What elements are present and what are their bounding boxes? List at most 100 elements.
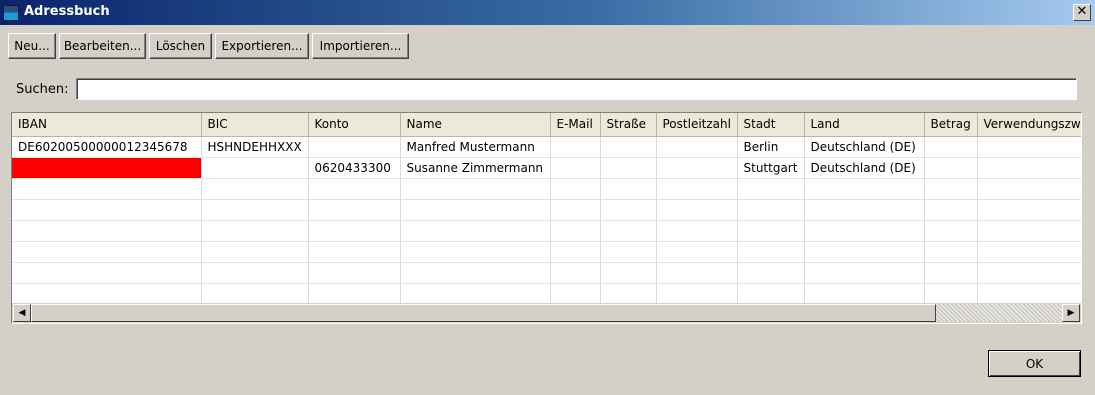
column-header[interactable]: Land	[804, 113, 925, 137]
table-cell[interactable]	[656, 283, 738, 303]
table-cell[interactable]	[600, 157, 657, 179]
column-header[interactable]: Postleitzahl	[656, 113, 738, 137]
table-cell[interactable]	[400, 199, 551, 221]
table-cell[interactable]	[737, 199, 805, 221]
table-row[interactable]	[12, 283, 1081, 303]
table-cell[interactable]	[977, 241, 1081, 263]
table-cell[interactable]	[600, 136, 657, 158]
table-cell[interactable]	[804, 241, 925, 263]
table-cell[interactable]	[737, 241, 805, 263]
table-cell[interactable]	[804, 199, 925, 221]
delete-button[interactable]: Löschen	[149, 33, 212, 59]
table-cell[interactable]: Stuttgart	[737, 157, 805, 179]
table-row[interactable]: DE60200500000012345678 HSHNDEHHXXX Manfr…	[12, 136, 1081, 158]
column-header[interactable]: E-Mail	[550, 113, 601, 137]
column-header[interactable]: Verwendungszweck	[977, 113, 1081, 137]
table-cell[interactable]	[550, 283, 601, 303]
table-cell[interactable]: 0620433300	[308, 157, 401, 179]
table-cell[interactable]	[977, 262, 1081, 284]
table-cell[interactable]	[600, 199, 657, 221]
table-cell[interactable]	[924, 262, 978, 284]
table-cell[interactable]	[400, 262, 551, 284]
table-row[interactable]: 0620433300 Susanne Zimmermann Stuttgart …	[12, 157, 1081, 179]
table-cell[interactable]	[308, 136, 401, 158]
table-cell[interactable]	[550, 178, 601, 200]
table-row[interactable]	[12, 241, 1081, 263]
table-cell[interactable]	[737, 262, 805, 284]
column-header[interactable]: Name	[400, 113, 551, 137]
table-cell[interactable]	[977, 199, 1081, 221]
table-cell[interactable]	[308, 199, 401, 221]
table-cell[interactable]	[977, 220, 1081, 242]
horizontal-scrollbar[interactable]: ◀ ▶	[12, 303, 1081, 323]
table-cell[interactable]	[308, 220, 401, 242]
table-cell[interactable]	[12, 283, 202, 303]
table-cell[interactable]	[656, 157, 738, 179]
table-cell[interactable]	[201, 283, 309, 303]
table-cell[interactable]: Deutschland (DE)	[804, 157, 925, 179]
table-cell[interactable]	[308, 241, 401, 263]
table-cell[interactable]: DE60200500000012345678	[12, 136, 202, 158]
table-cell[interactable]: Susanne Zimmermann	[400, 157, 551, 179]
column-header[interactable]: IBAN	[12, 113, 202, 137]
table-cell[interactable]	[924, 283, 978, 303]
table-cell[interactable]	[550, 157, 601, 179]
column-header[interactable]: BIC	[201, 113, 309, 137]
table-cell[interactable]	[804, 283, 925, 303]
table-cell[interactable]	[924, 136, 978, 158]
table-cell[interactable]	[977, 157, 1081, 179]
import-button[interactable]: Importieren...	[312, 33, 409, 59]
new-button[interactable]: Neu...	[8, 33, 56, 59]
table-cell[interactable]	[804, 220, 925, 242]
ok-button[interactable]: OK	[988, 350, 1081, 377]
table-cell[interactable]	[924, 220, 978, 242]
table-cell[interactable]	[600, 220, 657, 242]
table-cell[interactable]	[400, 241, 551, 263]
table-cell[interactable]	[656, 220, 738, 242]
table-cell[interactable]	[977, 178, 1081, 200]
table-cell[interactable]: Manfred Mustermann	[400, 136, 551, 158]
table-row[interactable]	[12, 220, 1081, 242]
table-row[interactable]	[12, 199, 1081, 221]
table-row[interactable]	[12, 178, 1081, 200]
export-button[interactable]: Exportieren...	[215, 33, 309, 59]
column-header[interactable]: Konto	[308, 113, 401, 137]
table-cell[interactable]	[977, 283, 1081, 303]
table-cell[interactable]	[977, 136, 1081, 158]
table-cell[interactable]	[201, 220, 309, 242]
table-cell[interactable]	[550, 199, 601, 221]
table-cell[interactable]	[12, 199, 202, 221]
table-cell[interactable]	[924, 157, 978, 179]
table-cell[interactable]	[804, 178, 925, 200]
table-cell[interactable]	[550, 241, 601, 263]
table-cell[interactable]	[600, 241, 657, 263]
table-cell[interactable]	[308, 283, 401, 303]
table-cell[interactable]	[656, 262, 738, 284]
table-cell[interactable]	[201, 262, 309, 284]
scroll-right-icon[interactable]: ▶	[1062, 304, 1080, 322]
table-cell[interactable]	[550, 262, 601, 284]
table-cell[interactable]	[737, 283, 805, 303]
table-cell[interactable]	[12, 178, 202, 200]
table-cell[interactable]	[400, 283, 551, 303]
table-cell[interactable]	[201, 199, 309, 221]
column-header[interactable]: Stadt	[737, 113, 805, 137]
table-cell[interactable]	[600, 262, 657, 284]
scroll-left-icon[interactable]: ◀	[13, 304, 31, 322]
column-header[interactable]: Betrag	[924, 113, 978, 137]
table-cell[interactable]	[308, 262, 401, 284]
table-cell[interactable]: HSHNDEHHXXX	[201, 136, 309, 158]
table-cell[interactable]	[656, 241, 738, 263]
table-cell[interactable]	[400, 178, 551, 200]
scrollbar-thumb[interactable]	[31, 304, 936, 322]
table-cell[interactable]	[600, 283, 657, 303]
table-cell[interactable]	[550, 136, 601, 158]
edit-button[interactable]: Bearbeiten...	[59, 33, 146, 59]
table-cell[interactable]	[737, 220, 805, 242]
table-cell[interactable]	[656, 199, 738, 221]
table-row[interactable]	[12, 262, 1081, 284]
table-cell[interactable]	[201, 178, 309, 200]
table-cell[interactable]	[400, 220, 551, 242]
table-cell[interactable]	[201, 241, 309, 263]
table-cell[interactable]: Berlin	[737, 136, 805, 158]
